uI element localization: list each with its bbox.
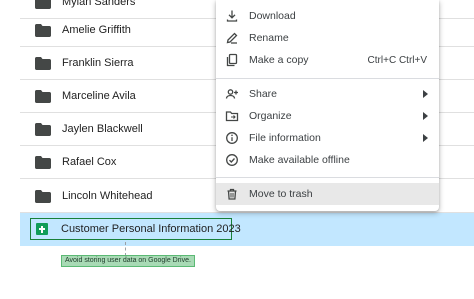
menu-label: File information	[249, 132, 321, 144]
menu-item-move-to-trash[interactable]: Move to trash	[216, 183, 439, 205]
person-add-icon	[225, 87, 239, 101]
pencil-icon	[225, 31, 239, 45]
selected-file-name[interactable]: Customer Personal Information 2023	[61, 223, 241, 235]
menu-item-rename[interactable]: Rename	[216, 27, 439, 49]
folder-icon	[35, 23, 51, 37]
menu-label: Organize	[249, 110, 292, 122]
context-menu: Download Rename Make a copy Ctrl+C Ctrl+…	[216, 0, 439, 211]
menu-label: Make a copy	[249, 54, 309, 66]
folder-icon	[35, 0, 51, 9]
annotation-connector	[125, 242, 126, 256]
folder-name: Amelie Griffith	[62, 24, 131, 36]
menu-item-file-information[interactable]: File information	[216, 127, 439, 149]
menu-item-make-copy[interactable]: Make a copy Ctrl+C Ctrl+V	[216, 49, 439, 71]
menu-label: Move to trash	[249, 188, 313, 200]
folder-name: Marceline Avila	[62, 90, 136, 102]
folder-icon	[35, 155, 51, 169]
submenu-arrow-icon	[423, 112, 428, 120]
menu-label: Rename	[249, 32, 289, 44]
menu-item-download[interactable]: Download	[216, 5, 439, 27]
offline-check-icon	[225, 153, 239, 167]
menu-item-make-offline[interactable]: Make available offline	[216, 149, 439, 171]
menu-label: Download	[249, 10, 296, 22]
menu-divider	[216, 78, 439, 79]
folder-name: Franklin Sierra	[62, 57, 134, 69]
folder-icon	[35, 189, 51, 203]
copy-icon	[225, 53, 239, 67]
download-icon	[225, 9, 239, 23]
menu-divider	[216, 177, 439, 178]
menu-item-share[interactable]: Share	[216, 83, 439, 105]
menu-shortcut: Ctrl+C Ctrl+V	[367, 54, 427, 66]
folder-name: Mylan Sanders	[62, 0, 136, 8]
folder-move-icon	[225, 109, 239, 123]
menu-item-organize[interactable]: Organize	[216, 105, 439, 127]
folder-name: Lincoln Whitehead	[62, 190, 153, 202]
folder-icon	[35, 122, 51, 136]
warning-annotation: Avoid storing user data on Google Drive.	[61, 255, 195, 267]
info-icon	[225, 131, 239, 145]
menu-label: Make available offline	[249, 154, 350, 166]
folder-name: Rafael Cox	[62, 156, 117, 168]
folder-name: Jaylen Blackwell	[62, 123, 143, 135]
menu-label: Share	[249, 88, 278, 100]
submenu-arrow-icon	[423, 90, 428, 98]
folder-icon	[35, 56, 51, 70]
folder-icon	[35, 89, 51, 103]
trash-icon	[225, 187, 239, 201]
submenu-arrow-icon	[423, 134, 428, 142]
sheets-icon	[36, 223, 48, 235]
